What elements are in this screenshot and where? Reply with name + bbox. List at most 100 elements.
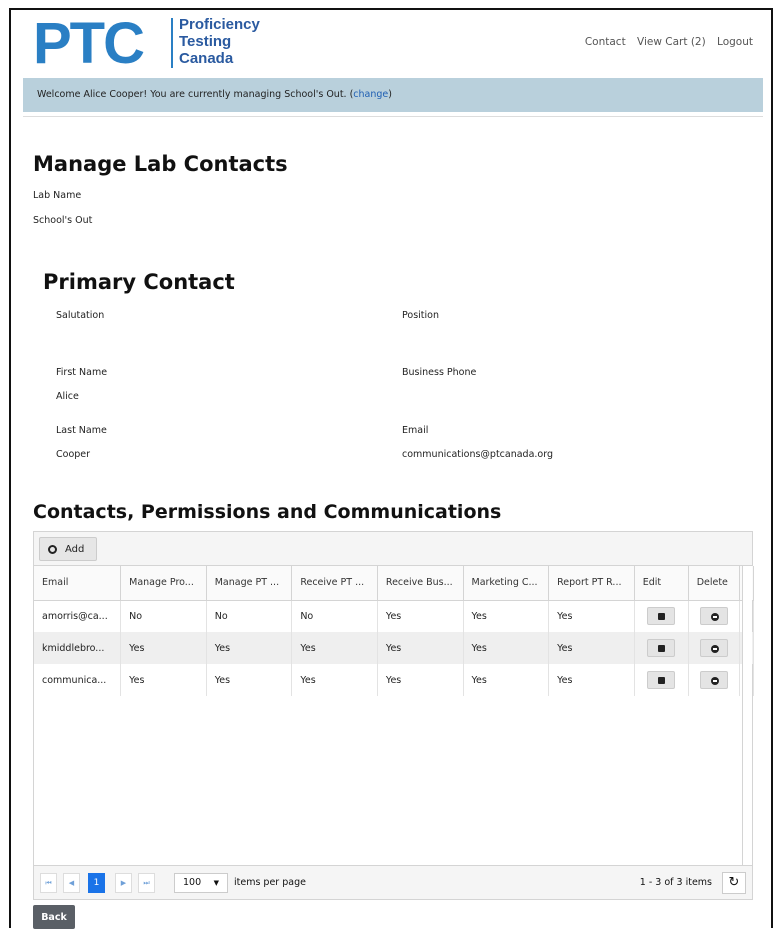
column-header-marketing[interactable]: Marketing C... <box>463 566 550 601</box>
column-header-receive-business[interactable]: Receive Bus... <box>377 566 464 601</box>
prev-page-button[interactable]: ◀ <box>63 873 80 893</box>
lab-name-value: School's Out <box>33 215 93 226</box>
top-nav: Contact View Cart (2) Logout <box>577 36 753 48</box>
contacts-table: Email Manage Pro... Manage PT ... Receiv… <box>34 566 755 696</box>
column-header-manage-pt[interactable]: Manage PT ... <box>206 566 293 601</box>
logo-line: Testing <box>179 33 232 50</box>
minus-circle-icon <box>710 677 719 685</box>
cell-delete <box>688 664 740 696</box>
vertical-scrollbar[interactable] <box>742 566 752 866</box>
business-phone-label: Business Phone <box>402 367 477 378</box>
chevron-down-icon: ▼ <box>213 879 219 887</box>
cell-delete <box>688 632 740 664</box>
delete-button[interactable] <box>699 607 728 626</box>
logout-link[interactable]: Logout <box>717 36 753 48</box>
page-frame: PTC Proficiency Testing Canada Contact V… <box>9 8 773 929</box>
column-header-edit: Edit <box>634 566 689 601</box>
cell: Yes <box>463 664 550 696</box>
page-1-button[interactable]: 1 <box>88 873 105 893</box>
refresh-icon[interactable]: ↻ <box>722 872 746 894</box>
primary-contact-title: Primary Contact <box>43 270 235 294</box>
edit-icon <box>658 677 666 684</box>
cell-edit <box>634 632 689 664</box>
cell: Yes <box>377 632 464 664</box>
last-page-button[interactable]: ⏭ <box>138 873 155 893</box>
logo-mark: PTC <box>33 11 145 76</box>
cell-delete <box>688 600 740 632</box>
plus-circle-icon <box>48 544 57 554</box>
cell: Yes <box>206 664 293 696</box>
cell: Yes <box>291 632 378 664</box>
cell-edit <box>634 600 689 632</box>
cell-edit <box>634 664 689 696</box>
table-row[interactable]: communica... Yes Yes Yes Yes Yes Yes <box>34 664 755 696</box>
last-name-value: Cooper <box>56 449 91 460</box>
cell-email: kmiddlebro... <box>34 632 122 664</box>
divider <box>23 116 763 117</box>
table-row[interactable]: kmiddlebro... Yes Yes Yes Yes Yes Yes <box>34 632 755 664</box>
edit-icon <box>658 645 666 652</box>
items-per-page-label: items per page <box>234 877 306 888</box>
cell: Yes <box>206 632 293 664</box>
logo-divider <box>171 18 173 68</box>
add-label: Add <box>65 543 85 555</box>
cell: Yes <box>120 664 207 696</box>
page-size-value: 100 <box>183 877 202 888</box>
delete-button[interactable] <box>699 671 728 689</box>
column-header-delete: Delete <box>688 566 740 601</box>
cell: No <box>120 600 207 632</box>
minus-circle-icon <box>710 613 719 622</box>
welcome-suffix: ) <box>388 89 392 100</box>
welcome-text: Welcome Alice Cooper! You are currently … <box>37 89 354 100</box>
cell: No <box>206 600 293 632</box>
view-cart-link[interactable]: View Cart (2) <box>637 36 706 48</box>
back-button[interactable]: Back <box>33 905 75 929</box>
table-header-row: Email Manage Pro... Manage PT ... Receiv… <box>34 566 755 601</box>
table-row[interactable]: amorris@ca... No No No Yes Yes Yes <box>34 600 755 632</box>
cell: Yes <box>463 632 550 664</box>
logo-text: Proficiency Testing Canada <box>179 16 260 67</box>
cell: Yes <box>120 632 207 664</box>
add-contact-button[interactable]: Add <box>39 537 97 561</box>
cell: No <box>291 600 378 632</box>
edit-button[interactable] <box>647 607 676 626</box>
column-header-receive-pt[interactable]: Receive PT ... <box>291 566 378 601</box>
logo-line: Canada <box>179 50 234 67</box>
page-title: Manage Lab Contacts <box>33 152 288 176</box>
minus-circle-icon <box>710 645 719 653</box>
grid-toolbar: Add <box>34 532 752 566</box>
email-label: Email <box>402 425 429 436</box>
welcome-banner: Welcome Alice Cooper! You are currently … <box>23 78 763 112</box>
position-label: Position <box>402 310 439 321</box>
edit-icon <box>658 613 666 621</box>
cell: Yes <box>548 664 635 696</box>
column-header-manage-profile[interactable]: Manage Pro... <box>120 566 207 601</box>
delete-button[interactable] <box>699 639 728 657</box>
grid-pager: ⏮ ◀ 1 ▶ ⏭ 100 ▼ items per page 1 - 3 of … <box>34 865 752 899</box>
cell-email: communica... <box>34 664 122 696</box>
first-name-label: First Name <box>56 367 108 378</box>
column-header-email[interactable]: Email <box>34 566 122 601</box>
next-page-button[interactable]: ▶ <box>115 873 132 893</box>
ptc-logo[interactable]: PTC Proficiency Testing Canada <box>33 11 293 76</box>
lab-name-label: Lab Name <box>33 190 82 201</box>
cell: Yes <box>377 664 464 696</box>
change-lab-link[interactable]: change <box>353 89 388 100</box>
salutation-label: Salutation <box>56 310 105 321</box>
contacts-grid: Add Email Manage Pro... Manage PT ... Re… <box>33 531 755 900</box>
logo-line: Proficiency <box>179 16 260 33</box>
cell: Yes <box>291 664 378 696</box>
page-size-select[interactable]: 100 ▼ <box>174 873 228 893</box>
edit-button[interactable] <box>647 639 676 657</box>
first-name-value: Alice <box>56 391 79 402</box>
column-header-report-pt[interactable]: Report PT R... <box>548 566 635 601</box>
edit-button[interactable] <box>647 671 676 689</box>
contacts-section-title: Contacts, Permissions and Communications <box>33 501 502 523</box>
items-count: 1 - 3 of 3 items <box>639 877 712 888</box>
cell-email: amorris@ca... <box>34 600 122 632</box>
email-value: communications@ptcanada.org <box>402 449 554 460</box>
contact-link[interactable]: Contact <box>585 36 626 48</box>
cell: Yes <box>548 632 635 664</box>
cell: Yes <box>377 600 464 632</box>
first-page-button[interactable]: ⏮ <box>40 873 57 893</box>
